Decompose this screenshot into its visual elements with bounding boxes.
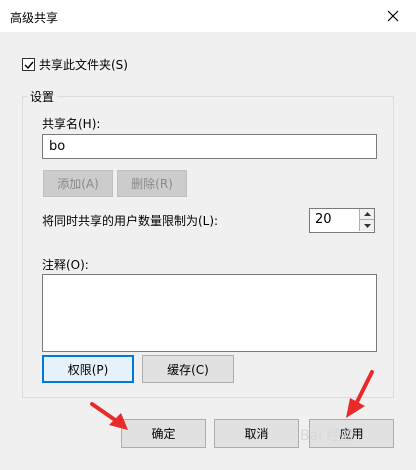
arrow-down-icon: [363, 223, 371, 228]
close-button[interactable]: [370, 0, 416, 32]
title-bar: 高级共享: [0, 0, 416, 32]
comments-textarea[interactable]: [42, 274, 377, 352]
user-limit-value: 20: [315, 212, 332, 227]
arrow-up-icon: [363, 212, 371, 216]
user-limit-spinner[interactable]: 20: [309, 208, 375, 233]
user-limit-label: 将同时共享的用户数量限制为(L):: [42, 214, 219, 228]
add-button[interactable]: 添加(A): [43, 170, 113, 197]
share-name-label: 共享名(H):: [42, 117, 101, 131]
share-folder-label: 共享此文件夹(S): [39, 58, 128, 72]
window-title: 高级共享: [10, 11, 59, 25]
spin-down-button[interactable]: [359, 220, 374, 231]
settings-group-label: 设置: [27, 88, 58, 105]
red-arrow-apply-icon: [346, 370, 374, 418]
share-folder-checkbox[interactable]: 共享此文件夹(S): [22, 56, 128, 73]
comments-label: 注释(O):: [42, 258, 89, 272]
cancel-button[interactable]: 取消: [214, 419, 299, 448]
spin-up-button[interactable]: [359, 209, 374, 220]
checkbox-box[interactable]: [22, 58, 35, 71]
permissions-button[interactable]: 权限(P): [42, 355, 134, 383]
share-name-value: bo: [49, 139, 66, 154]
remove-button[interactable]: 删除(R): [117, 170, 187, 197]
caching-button[interactable]: 缓存(C): [142, 355, 234, 383]
spinner-buttons: [359, 209, 374, 232]
check-icon: [24, 61, 34, 69]
red-arrow-ok-icon: [90, 402, 128, 430]
share-name-input[interactable]: bo: [42, 134, 377, 159]
close-icon: [387, 10, 399, 22]
